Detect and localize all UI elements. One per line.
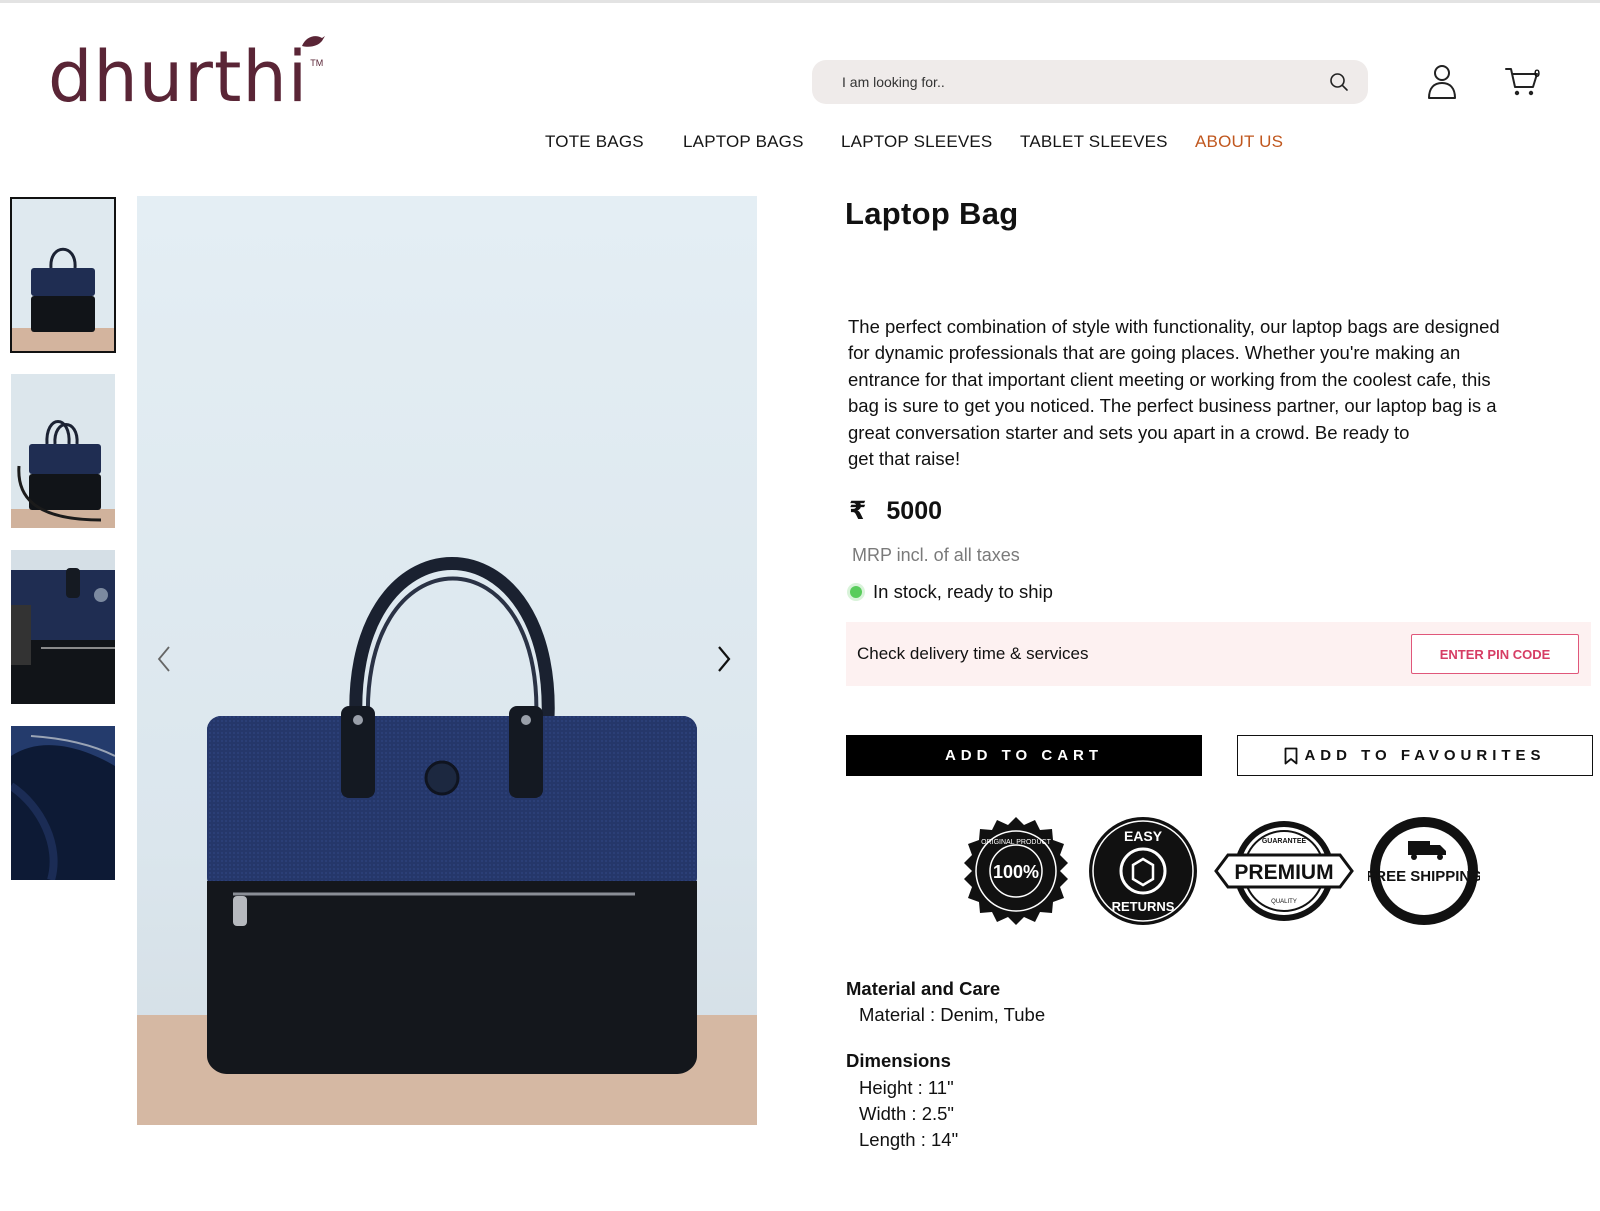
description-line: great conversation starter and sets you … (848, 421, 1410, 443)
product-thumbnail-2[interactable] (11, 374, 115, 528)
delivery-check-panel: Check delivery time & services ENTER PIN… (846, 622, 1591, 686)
badge-quality-text: QUALITY (1271, 899, 1297, 905)
nav-tote-bags[interactable]: TOTE BAGS (545, 132, 644, 152)
free-shipping-badge: FREE SHIPPING (1368, 817, 1480, 925)
description-line: for dynamic professionals that are going… (848, 342, 1461, 364)
nav-tablet-sleeves[interactable]: TABLET SLEEVES (1020, 132, 1168, 152)
product-thumbnail-4[interactable] (11, 726, 115, 880)
stock-indicator-dot (850, 586, 862, 598)
badge-easy-text: EASY (1124, 828, 1163, 844)
dimension-length: Length : 14" (859, 1129, 959, 1150)
search-icon[interactable] (1328, 71, 1350, 93)
delivery-label: Check delivery time & services (857, 644, 1089, 663)
previous-image-arrow[interactable] (149, 644, 179, 674)
chevron-right-icon (718, 646, 731, 672)
product-description: The perfect combination of style with fu… (848, 314, 1578, 472)
next-image-arrow[interactable] (709, 644, 739, 674)
bird-icon (302, 36, 325, 47)
logo-text: dhurthi (48, 36, 309, 118)
price-value: 5000 (886, 496, 943, 525)
description-line: bag is sure to get you noticed. The perf… (848, 395, 1497, 417)
search-bar[interactable] (812, 60, 1368, 104)
mrp-note: MRP incl. of all taxes (852, 545, 1020, 565)
search-input[interactable] (842, 74, 1328, 90)
premium-quality-badge: PREMIUM GUARANTEE QUALITY (1214, 821, 1354, 921)
add-to-cart-button[interactable]: ADD TO CART (846, 735, 1202, 776)
logo-trademark: TM (310, 58, 324, 68)
add-to-favourites-label: ADD TO FAVOURITES (1304, 747, 1546, 764)
currency-symbol: ₹ (849, 497, 867, 525)
top-border (0, 0, 1600, 3)
product-main-image[interactable] (137, 196, 757, 1125)
nav-laptop-sleeves[interactable]: LAPTOP SLEEVES (841, 132, 992, 152)
price: ₹ 5000 (849, 496, 942, 526)
bookmark-icon (1285, 747, 1298, 764)
stock-status-text: In stock, ready to ship (873, 581, 1053, 602)
enter-pin-code-button[interactable]: ENTER PIN CODE (1411, 634, 1579, 674)
badge-free-shipping-text: FREE SHIPPING (1368, 868, 1480, 885)
trust-badges: 100% ORIGINAL PRODUCT EASY RETURNS PREMI… (960, 815, 1480, 927)
badge-premium-text: PREMIUM (1234, 861, 1333, 884)
product-thumbnail-1[interactable] (10, 197, 116, 353)
description-line: get that raise! (848, 448, 961, 470)
dimension-height: Height : 11" (859, 1077, 954, 1098)
badge-returns-text: RETURNS (1112, 899, 1175, 914)
nav-laptop-bags[interactable]: LAPTOP BAGS (683, 132, 804, 152)
dimension-width: Width : 2.5" (859, 1103, 954, 1124)
product-thumbnail-3[interactable] (11, 550, 115, 704)
description-line: entrance for that important client meeti… (848, 368, 1491, 390)
badge-100-text: 100% (993, 862, 1039, 882)
main-navigation: TOTE BAGS LAPTOP BAGS LAPTOP SLEEVES TAB… (0, 132, 1600, 158)
stock-status: In stock, ready to ship (850, 581, 1053, 603)
cart-count-badge: 0 (1534, 68, 1541, 80)
description-line: The perfect combination of style with fu… (848, 316, 1500, 337)
chevron-left-icon (157, 646, 170, 672)
dimensions-heading: Dimensions (846, 1050, 951, 1071)
add-to-favourites-button[interactable]: ADD TO FAVOURITES (1237, 735, 1593, 776)
brand-logo[interactable]: dhurthi TM (48, 22, 325, 118)
product-title: Laptop Bag (845, 196, 1019, 231)
badge-guarantee-text: GUARANTEE (1262, 838, 1307, 845)
nav-about-us[interactable]: ABOUT US (1195, 132, 1283, 152)
material-line: Material : Denim, Tube (859, 1004, 1046, 1025)
user-account-icon[interactable] (1426, 64, 1458, 100)
laptop-bag-illustration (207, 557, 697, 1074)
badge-original-text: ORIGINAL PRODUCT (981, 839, 1051, 846)
original-product-badge: 100% ORIGINAL PRODUCT (964, 817, 1068, 925)
material-heading: Material and Care (846, 978, 1001, 999)
easy-returns-badge: EASY RETURNS (1089, 817, 1197, 925)
